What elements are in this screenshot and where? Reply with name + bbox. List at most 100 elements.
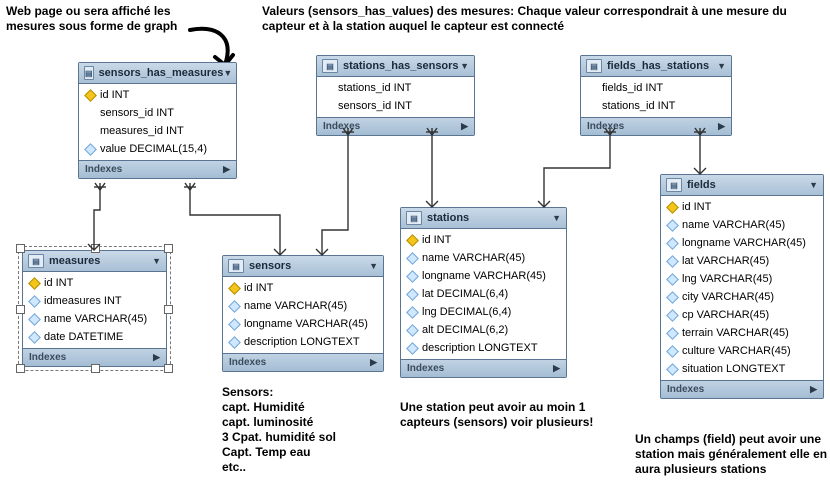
column-row[interactable]: sensors_id INT <box>79 104 236 122</box>
indexes-bar[interactable]: Indexes ▶ <box>79 160 236 178</box>
column-row[interactable]: lat VARCHAR(45) <box>661 252 823 270</box>
column-row[interactable]: lng DECIMAL(6,4) <box>401 303 566 321</box>
column-text: lng DECIMAL(6,4) <box>422 306 511 318</box>
entity-header[interactable]: ▤ measures ▼ <box>23 251 166 272</box>
column-row[interactable]: value DECIMAL(15,4) <box>79 140 236 158</box>
entity-fields-has-stations[interactable]: ▤ fields_has_stations ▼ fields_id INT sta… <box>580 55 732 136</box>
collapse-icon[interactable]: ▼ <box>717 61 726 71</box>
column-row[interactable]: culture VARCHAR(45) <box>661 342 823 360</box>
expand-icon[interactable]: ▶ <box>223 164 230 175</box>
attribute-icon <box>229 337 239 347</box>
resize-handle-se[interactable] <box>164 364 173 373</box>
column-row[interactable]: longname VARCHAR(45) <box>401 267 566 285</box>
column-row[interactable]: description LONGTEXT <box>401 339 566 357</box>
indexes-bar[interactable]: Indexes ▶ <box>661 380 823 398</box>
column-row[interactable]: situation LONGTEXT <box>661 360 823 378</box>
entity-header[interactable]: ▤ fields_has_stations ▼ <box>581 56 731 77</box>
column-icon <box>85 126 95 136</box>
column-row[interactable]: stations_id INT <box>317 79 474 97</box>
expand-icon[interactable]: ▶ <box>461 121 468 132</box>
resize-handle-sw[interactable] <box>16 364 25 373</box>
column-row[interactable]: id INT <box>23 274 166 292</box>
collapse-icon[interactable]: ▼ <box>369 261 378 271</box>
column-text: id INT <box>422 234 451 246</box>
column-row[interactable]: id INT <box>223 279 383 297</box>
column-row[interactable]: alt DECIMAL(6,2) <box>401 321 566 339</box>
attribute-icon <box>229 301 239 311</box>
column-row[interactable]: city VARCHAR(45) <box>661 288 823 306</box>
column-row[interactable]: name VARCHAR(45) <box>661 216 823 234</box>
column-row[interactable]: longname VARCHAR(45) <box>661 234 823 252</box>
resize-handle-e[interactable] <box>164 305 173 314</box>
collapse-icon[interactable]: ▼ <box>152 256 161 266</box>
entity-stations-has-sensors[interactable]: ▤ stations_has_sensors ▼ stations_id INT… <box>316 55 475 136</box>
column-row[interactable]: measures_id INT <box>79 122 236 140</box>
resize-handle-ne[interactable] <box>164 244 173 253</box>
indexes-bar[interactable]: Indexes ▶ <box>581 117 731 135</box>
column-row[interactable]: name VARCHAR(45) <box>23 310 166 328</box>
collapse-icon[interactable]: ▼ <box>223 68 232 78</box>
attribute-icon <box>29 314 39 324</box>
column-row[interactable]: cp VARCHAR(45) <box>661 306 823 324</box>
attribute-icon <box>407 325 417 335</box>
expand-icon[interactable]: ▶ <box>370 357 377 368</box>
primary-key-icon <box>407 235 417 245</box>
entity-sensors[interactable]: ▤ sensors ▼ id INTname VARCHAR(45)longna… <box>222 255 384 372</box>
resize-handle-nw[interactable] <box>16 244 25 253</box>
column-row[interactable]: name VARCHAR(45) <box>223 297 383 315</box>
resize-handle-n[interactable] <box>91 244 100 253</box>
collapse-icon[interactable]: ▼ <box>809 180 818 190</box>
attribute-icon <box>667 346 677 356</box>
column-row[interactable]: id INT <box>401 231 566 249</box>
entity-sensors-has-measures[interactable]: ▤ sensors_has_measures ▼ id INT sensors_i… <box>78 62 237 179</box>
entity-header[interactable]: ▤ stations ▼ <box>401 208 566 229</box>
entity-title: stations_has_sensors <box>343 60 459 72</box>
resize-handle-s[interactable] <box>91 364 100 373</box>
resize-handle-w[interactable] <box>16 305 25 314</box>
column-row[interactable]: name VARCHAR(45) <box>401 249 566 267</box>
indexes-bar[interactable]: Indexes ▶ <box>401 359 566 377</box>
indexes-label: Indexes <box>85 164 122 175</box>
column-row[interactable]: fields_id INT <box>581 79 731 97</box>
column-row[interactable]: lat DECIMAL(6,4) <box>401 285 566 303</box>
entity-header[interactable]: ▤ sensors_has_measures ▼ <box>79 63 236 84</box>
indexes-label: Indexes <box>587 121 624 132</box>
indexes-bar[interactable]: Indexes ▶ <box>223 353 383 371</box>
column-row[interactable]: date DATETIME <box>23 328 166 346</box>
attribute-icon <box>229 319 239 329</box>
column-text: sensors_id INT <box>100 107 174 119</box>
expand-icon[interactable]: ▶ <box>553 363 560 374</box>
table-icon: ▤ <box>28 254 44 268</box>
entity-header[interactable]: ▤ stations_has_sensors ▼ <box>317 56 474 77</box>
column-row[interactable]: stations_id INT <box>581 97 731 115</box>
entity-header[interactable]: ▤ sensors ▼ <box>223 256 383 277</box>
attribute-icon <box>407 271 417 281</box>
expand-icon[interactable]: ▶ <box>718 121 725 132</box>
collapse-icon[interactable]: ▼ <box>460 61 469 71</box>
attribute-icon <box>667 220 677 230</box>
expand-icon[interactable]: ▶ <box>153 352 160 363</box>
column-text: stations_id INT <box>338 82 411 94</box>
collapse-icon[interactable]: ▼ <box>552 213 561 223</box>
column-row[interactable]: terrain VARCHAR(45) <box>661 324 823 342</box>
column-row[interactable]: longname VARCHAR(45) <box>223 315 383 333</box>
column-row[interactable]: lng VARCHAR(45) <box>661 270 823 288</box>
indexes-label: Indexes <box>407 363 444 374</box>
column-icon <box>323 101 333 111</box>
indexes-label: Indexes <box>29 352 66 363</box>
entity-header[interactable]: ▤ fields ▼ <box>661 175 823 196</box>
expand-icon[interactable]: ▶ <box>810 384 817 395</box>
entity-measures[interactable]: ▤ measures ▼ id INTidmeasures INTname VA… <box>22 250 167 367</box>
column-row[interactable]: id INT <box>661 198 823 216</box>
column-text: fields_id INT <box>602 82 663 94</box>
entity-columns: id INTname VARCHAR(45)longname VARCHAR(4… <box>661 196 823 380</box>
entity-stations[interactable]: ▤ stations ▼ id INT name VARCHAR(45)longn… <box>400 207 567 378</box>
entity-fields[interactable]: ▤ fields ▼ id INTname VARCHAR(45)longnam… <box>660 174 824 399</box>
column-row[interactable]: description LONGTEXT <box>223 333 383 351</box>
column-icon <box>323 83 333 93</box>
indexes-bar[interactable]: Indexes ▶ <box>317 117 474 135</box>
column-row[interactable]: sensors_id INT <box>317 97 474 115</box>
erd-canvas[interactable]: Web page ou sera affiché les mesures sou… <box>0 0 830 500</box>
column-row[interactable]: idmeasures INT <box>23 292 166 310</box>
column-row[interactable]: id INT <box>79 86 236 104</box>
